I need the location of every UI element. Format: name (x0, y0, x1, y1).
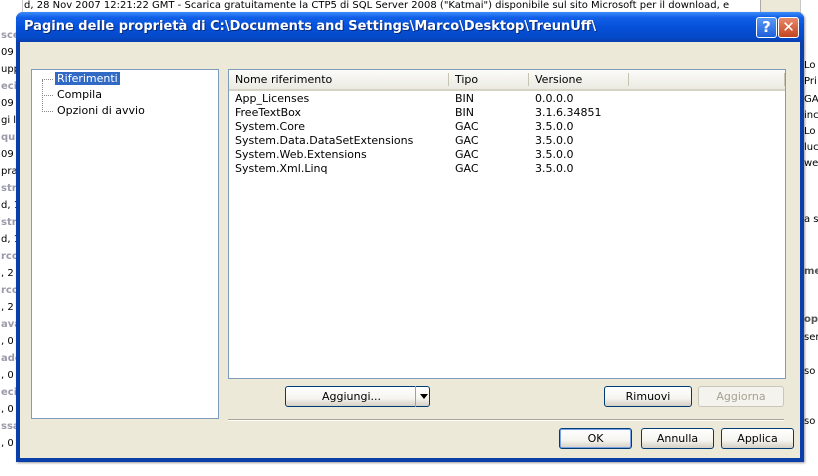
column-header-tipo[interactable]: Tipo (449, 70, 529, 89)
background-text-fragment: 09 (1, 98, 14, 109)
tree-connector (42, 78, 53, 80)
apply-button[interactable]: Applica (721, 428, 794, 449)
background-text-fragment: , 0 (1, 336, 14, 347)
reference-type: GAC (455, 120, 479, 133)
reference-name: System.Xml.Linq (235, 162, 328, 175)
tree-item-riferimenti[interactable]: Riferimenti (42, 71, 121, 86)
background-text-fragment: , 0 (1, 404, 14, 415)
background-text-fragment: , 0 (1, 438, 14, 449)
reference-type: GAC (455, 162, 479, 175)
background-text-fragment: Pri (804, 76, 817, 87)
column-header-nome-riferimento[interactable]: Nome riferimento (229, 70, 449, 89)
table-row[interactable]: System.Web.Extensions GAC 3.5.0.0 (229, 148, 785, 162)
table-row[interactable]: System.Data.DataSetExtensions GAC 3.5.0.… (229, 134, 785, 148)
reference-name: System.Data.DataSetExtensions (235, 134, 414, 147)
reference-version: 3.5.0.0 (535, 120, 574, 133)
window-title: Pagine delle proprietà di C:\Documents a… (24, 19, 597, 34)
properties-dialog: Pagine delle proprietà di C:\Documents a… (16, 12, 804, 462)
background-text-fragment: so (804, 416, 816, 427)
tree-item-label: Opzioni di avvio (57, 104, 145, 117)
background-text-fragment: gi l (1, 115, 17, 126)
reference-name: App_Licenses (235, 92, 310, 105)
background-text-fragment: op (804, 314, 818, 325)
tree-item-opzioni-di-avvio[interactable]: Opzioni di avvio (42, 104, 147, 118)
dialog-client-area: Riferimenti Compila Opzioni di avvio Nom… (20, 42, 800, 458)
background-text-fragment: ser (804, 332, 818, 343)
background-text-fragment: , 0 (1, 370, 14, 381)
divider (228, 419, 784, 421)
column-header-versione[interactable]: Versione (529, 70, 629, 89)
background-text-fragment: a s (804, 214, 818, 225)
reference-version: 3.5.0.0 (535, 134, 574, 147)
reference-name: System.Core (235, 120, 305, 133)
update-reference-button[interactable]: Aggiorna (698, 386, 784, 407)
background-text-fragment: inc (804, 110, 818, 121)
background-text-fragment: , 2 (1, 268, 14, 279)
reference-type: BIN (455, 106, 475, 119)
background-text-fragment: GA (804, 94, 818, 105)
references-list-body: App_Licenses BIN 0.0.0.0 FreeTextBox BIN… (229, 92, 785, 176)
reference-type: GAC (455, 148, 479, 161)
tree-connector (42, 94, 53, 96)
reference-version: 3.5.0.0 (535, 162, 574, 175)
add-reference-button[interactable]: Aggiungi... (285, 386, 430, 407)
background-text-fragment: , 2 (1, 302, 14, 313)
tree-connector (42, 110, 53, 112)
reference-version: 0.0.0.0 (535, 92, 574, 105)
help-button[interactable]: ? (756, 17, 777, 38)
add-dropdown-arrow-icon[interactable] (415, 386, 430, 407)
tree-item-label: Riferimenti (54, 71, 121, 86)
close-button[interactable]: ✕ (778, 17, 799, 38)
remove-reference-button[interactable]: Rimuovi (604, 386, 692, 407)
background-text-fragment: 09 (1, 149, 14, 160)
table-row[interactable]: FreeTextBox BIN 3.1.6.34851 (229, 106, 785, 120)
background-bottom-strip (0, 462, 818, 476)
reference-version: 3.5.0.0 (535, 148, 574, 161)
background-text-fragment: Lo (804, 60, 816, 71)
cancel-button[interactable]: Annulla (641, 428, 714, 449)
background-text-fragment: Lo (804, 126, 816, 137)
reference-type: BIN (455, 92, 475, 105)
tree-item-compila[interactable]: Compila (42, 88, 104, 102)
references-list[interactable]: Nome riferimento Tipo Versione App_Licen… (228, 69, 786, 379)
background-text-fragment: so (804, 366, 816, 377)
ok-button[interactable]: OK (559, 428, 632, 449)
reference-version: 3.1.6.34851 (535, 106, 602, 119)
reference-type: GAC (455, 134, 479, 147)
reference-name: FreeTextBox (235, 106, 302, 119)
title-bar[interactable]: Pagine delle proprietà di C:\Documents a… (16, 12, 804, 42)
column-header-empty[interactable] (629, 70, 785, 89)
table-row[interactable]: App_Licenses BIN 0.0.0.0 (229, 92, 785, 106)
table-row[interactable]: System.Core GAC 3.5.0.0 (229, 120, 785, 134)
background-text-fragment: me (804, 266, 818, 277)
category-tree: Riferimenti Compila Opzioni di avvio (31, 69, 219, 419)
tree-item-label: Compila (57, 88, 102, 101)
table-row[interactable]: System.Xml.Linq GAC 3.5.0.0 (229, 162, 785, 176)
reference-name: System.Web.Extensions (235, 148, 367, 161)
references-list-header: Nome riferimento Tipo Versione (229, 70, 785, 91)
background-text-fragment: luc (804, 142, 818, 153)
background-text-fragment: 09 (1, 47, 14, 58)
background-text-fragment: we (804, 158, 818, 169)
